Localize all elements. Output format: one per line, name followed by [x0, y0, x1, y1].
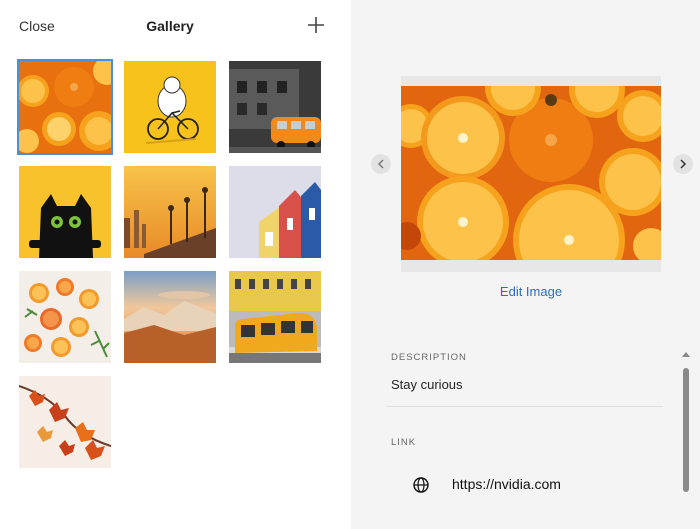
gallery-title: Gallery — [146, 18, 194, 34]
thumbnail-citrus-wheels[interactable] — [19, 271, 111, 363]
image-preview — [401, 76, 661, 272]
next-image-button[interactable] — [673, 154, 693, 174]
plus-icon[interactable] — [305, 14, 327, 36]
details-panel: Edit Image DESCRIPTION Stay curious LINK… — [351, 0, 700, 529]
thumbnail-boardwalk-sunset[interactable] — [124, 166, 216, 258]
thumbnail-cat-bicycle[interactable] — [124, 61, 216, 153]
gallery-panel: Close Gallery — [0, 0, 350, 529]
globe-icon — [413, 477, 429, 493]
scrollbar[interactable] — [682, 352, 690, 522]
chevron-right-icon — [680, 159, 687, 169]
thumbnail-mountain-sunrise[interactable] — [124, 271, 216, 363]
description-label: DESCRIPTION — [391, 352, 467, 363]
thumbnail-orange-slices[interactable] — [17, 59, 113, 155]
thumbnail-street-bus[interactable] — [229, 61, 321, 153]
thumbnail-colorful-houses[interactable] — [229, 166, 321, 258]
thumbnail-yellow-tram[interactable] — [229, 271, 321, 363]
link-label: LINK — [391, 437, 417, 448]
thumbnail-black-cat[interactable] — [19, 166, 111, 258]
link-field[interactable]: https://nvidia.com — [452, 476, 561, 492]
chevron-left-icon — [377, 159, 384, 169]
previous-image-button[interactable] — [371, 154, 391, 174]
thumbnail-autumn-leaves[interactable] — [19, 376, 111, 468]
scroll-up-icon[interactable] — [682, 352, 690, 357]
scrollbar-thumb[interactable] — [683, 368, 689, 492]
divider — [386, 406, 663, 407]
description-field[interactable]: Stay curious — [391, 377, 463, 392]
edit-image-link[interactable]: Edit Image — [351, 284, 700, 299]
